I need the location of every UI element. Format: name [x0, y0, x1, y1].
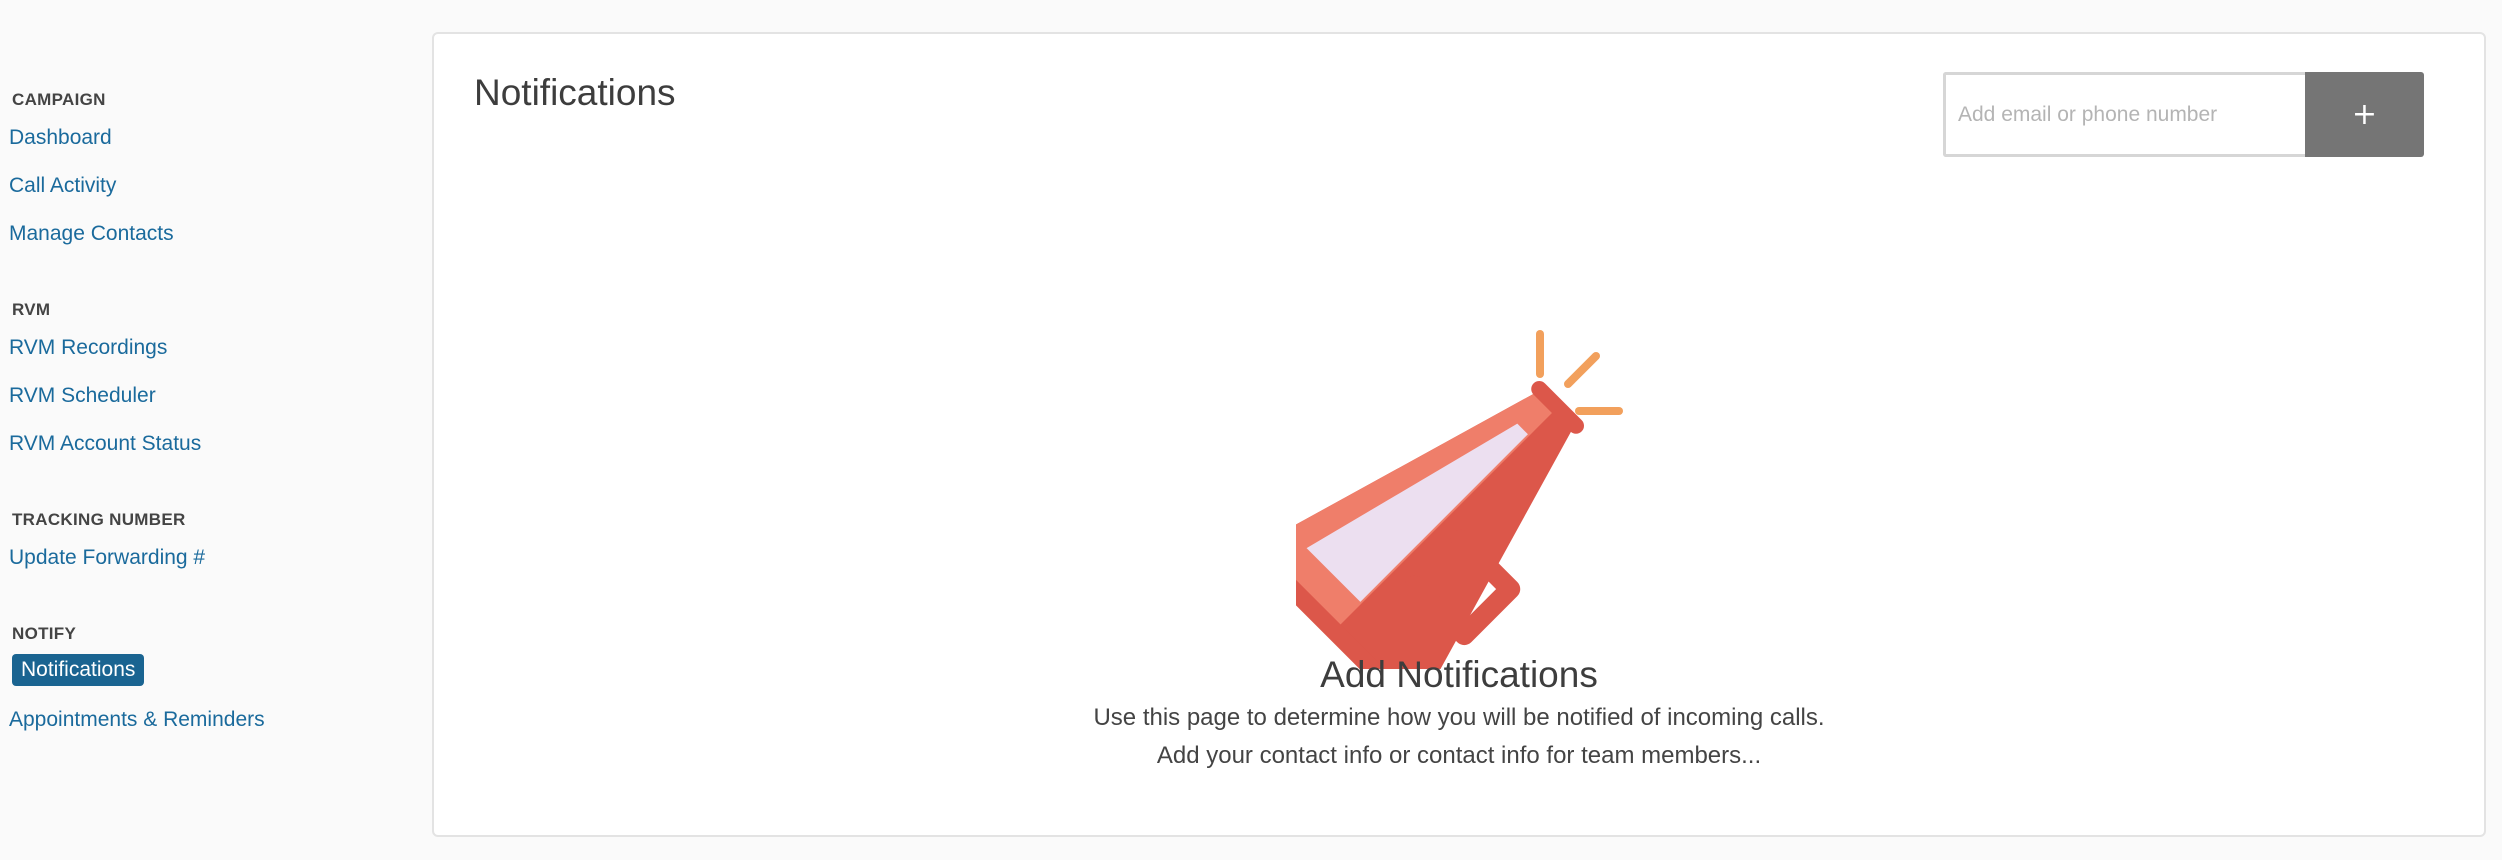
sidebar: CAMPAIGN Dashboard Call Activity Manage … [0, 0, 420, 860]
add-contact-form: + [1943, 72, 2424, 157]
contact-input[interactable] [1943, 72, 2305, 157]
nav-item-rvm-account-status[interactable]: RVM Account Status [0, 428, 210, 460]
section-title-rvm: RVM [12, 300, 51, 319]
nav-item-rvm-recordings[interactable]: RVM Recordings [0, 332, 176, 364]
nav-item-update-forwarding[interactable]: Update Forwarding # [0, 542, 214, 574]
section-title-campaign: CAMPAIGN [12, 90, 106, 109]
nav-section-tracking-number: TRACKING NUMBER [12, 510, 186, 530]
section-title-notify: NOTIFY [12, 624, 77, 643]
empty-state-line-2: Add your contact info or contact info fo… [1156, 742, 1762, 769]
nav-item-appointments-reminders[interactable]: Appointments & Reminders [0, 704, 274, 736]
nav-section-rvm: RVM [12, 300, 50, 320]
notifications-panel: Notifications + Add Notifications Use th… [432, 32, 2486, 837]
nav-item-call-activity[interactable]: Call Activity [0, 170, 125, 202]
nav-section-notify: NOTIFY [12, 624, 76, 644]
nav-item-dashboard[interactable]: Dashboard [0, 122, 121, 154]
nav-item-notifications[interactable]: Notifications [12, 654, 145, 686]
section-title-tracking-number: TRACKING NUMBER [12, 510, 186, 529]
nav-section-campaign: CAMPAIGN [12, 90, 106, 110]
nav-item-manage-contacts[interactable]: Manage Contacts [0, 218, 183, 250]
page-title: Notifications [474, 72, 676, 113]
empty-state-title: Add Notifications [1320, 654, 1598, 695]
add-contact-button[interactable]: + [2305, 72, 2424, 157]
empty-state-line-1: Use this page to determine how you will … [1093, 704, 1825, 731]
megaphone-icon [1296, 330, 1623, 669]
nav-item-rvm-scheduler[interactable]: RVM Scheduler [0, 380, 165, 412]
